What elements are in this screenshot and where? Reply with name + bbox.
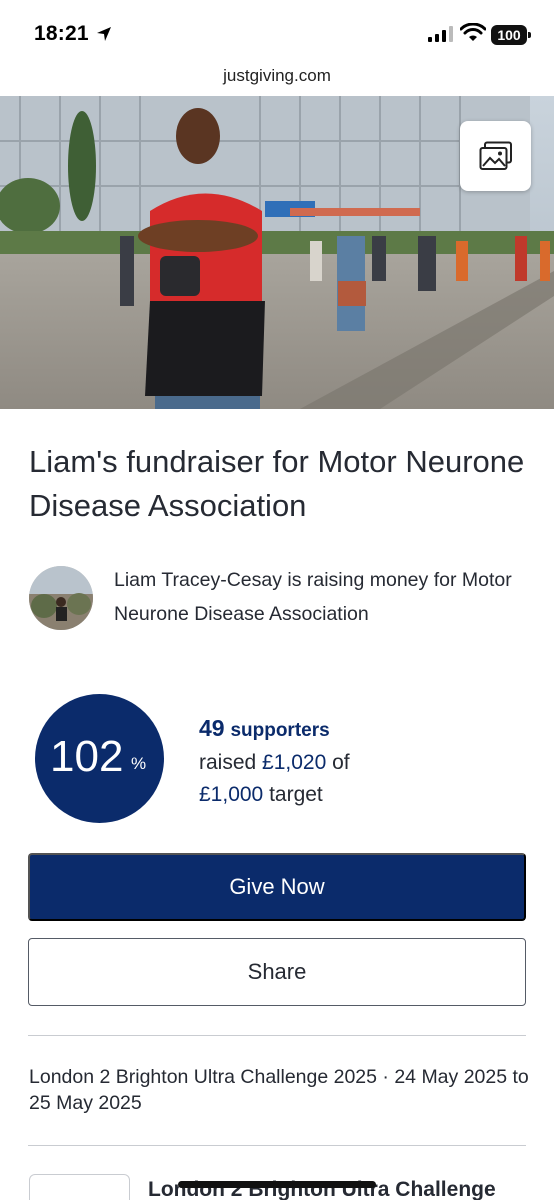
gallery-button[interactable] (460, 121, 531, 191)
share-button[interactable]: Share (28, 938, 526, 1006)
supporters-label: supporters (230, 720, 330, 741)
location-arrow-icon (97, 27, 111, 41)
target-suffix: target (263, 783, 323, 806)
organiser-row[interactable]: Liam Tracey-Cesay is raising money for M… (29, 563, 529, 635)
raised-amount: £1,020 (262, 751, 327, 774)
status-time: 18:21 (34, 22, 89, 45)
progress-percent: 102 (50, 732, 124, 781)
give-now-button[interactable]: Give Now (28, 853, 526, 921)
progress-unit: % (131, 754, 147, 773)
image-gallery-icon (479, 141, 512, 170)
target-amount: £1,000 (199, 783, 264, 806)
divider (28, 1145, 526, 1146)
cellular-signal-icon (428, 26, 453, 42)
raised-prefix: raised (199, 751, 263, 774)
raised-line: raised £1,020 of (199, 747, 519, 779)
url-bar[interactable]: justgiving.com (0, 62, 554, 96)
status-bar: 18:21 100 (0, 0, 554, 62)
fundraising-stats: 49 supporters raised £1,020 of £1,000 ta… (199, 712, 519, 811)
wifi-icon (460, 23, 486, 41)
event-details: London 2 Brighton Ultra Challenge 2025 ·… (29, 1066, 529, 1114)
raised-suffix: of (326, 751, 350, 774)
target-line: £1,000 target (199, 779, 519, 811)
divider (28, 1035, 526, 1036)
event-card-thumbnail[interactable] (29, 1174, 130, 1200)
battery-indicator: 100 (491, 25, 531, 45)
page-title: Liam's fundraiser for Motor Neurone Dise… (29, 444, 525, 523)
supporters-count: 49 (199, 715, 225, 741)
avatar[interactable] (29, 566, 93, 630)
supporters-line: 49 supporters (199, 712, 519, 747)
hero-image[interactable] (0, 96, 554, 409)
progress-circle: 102 % (35, 694, 164, 823)
organiser-text: Liam Tracey-Cesay is raising money for M… (114, 569, 512, 625)
home-indicator (178, 1181, 376, 1188)
